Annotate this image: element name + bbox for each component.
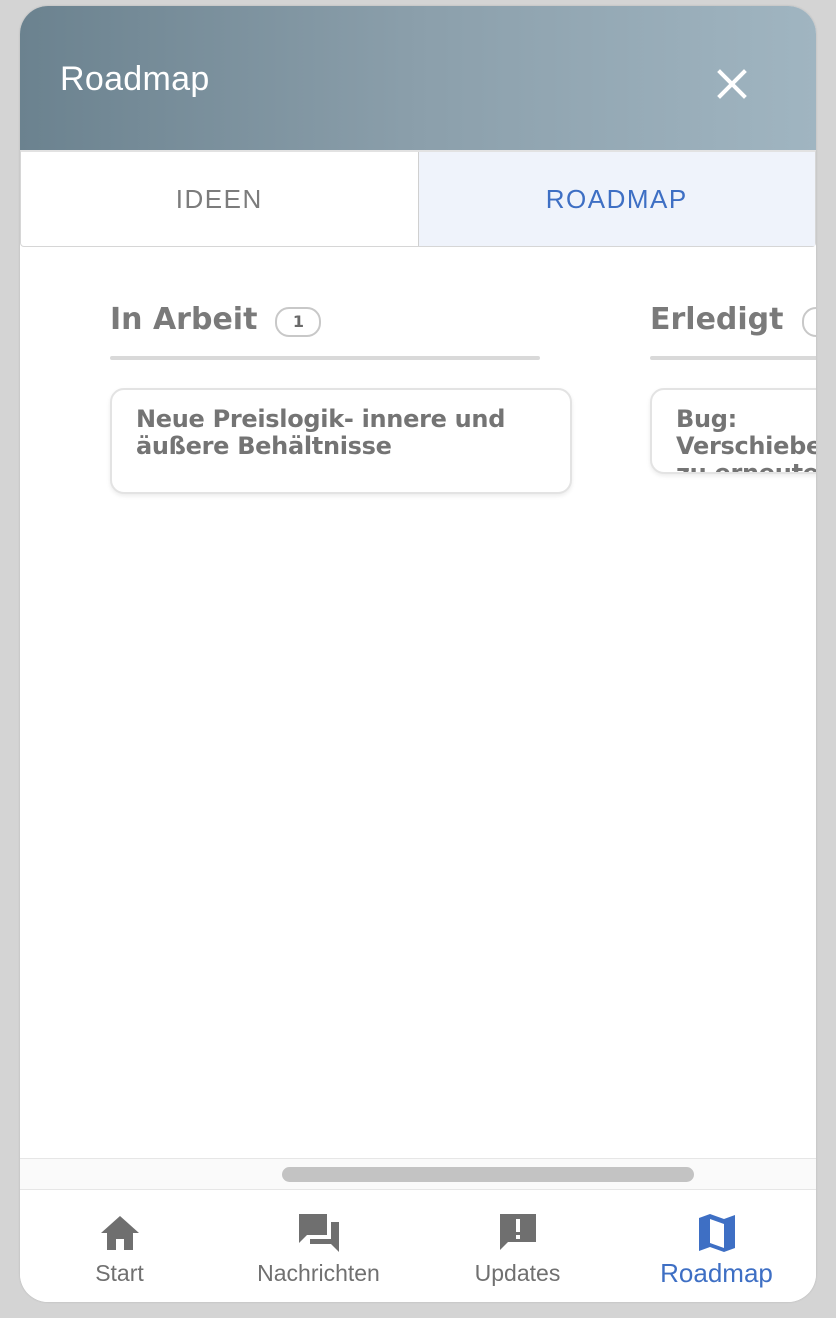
roadmap-board[interactable]: In Arbeit 1 Neue Preislogik- innere und … [20,246,816,1158]
card-title: Neue Preislogik- innere und äußere Behäl… [136,405,506,460]
card-title: Bug: Verschieben zu erneuten [676,405,816,474]
nav-label: Roadmap [660,1258,773,1288]
column-header: In Arbeit 1 [110,302,322,337]
tab-bar: IDEEN ROADMAP [20,150,816,247]
nav-updates[interactable]: Updates [418,1190,617,1302]
roadmap-widget: Roadmap IDEEN ROADMAP In Arbeit 1 Neue P… [20,6,816,1302]
column-divider [110,356,540,360]
map-icon [698,1214,735,1252]
close-icon [717,69,747,99]
nav-nachrichten[interactable]: Nachrichten [219,1190,418,1302]
nav-label: Start [95,1260,144,1286]
column-divider [650,356,816,360]
column-count-badge: 1 [275,306,322,337]
header: Roadmap [20,6,816,150]
column-count-badge: 1 [801,306,816,337]
nav-start[interactable]: Start [20,1190,219,1302]
nav-roadmap[interactable]: Roadmap [617,1190,816,1302]
chat-icon [298,1214,339,1252]
home-icon [100,1216,139,1250]
column-header: Erledigt 1 [650,302,816,337]
roadmap-card[interactable]: Bug: Verschieben zu erneuten [650,388,816,474]
horizontal-scrollbar[interactable] [20,1158,816,1190]
tab-roadmap[interactable]: ROADMAP [417,152,815,246]
column-title: In Arbeit [110,302,258,337]
header-title: Roadmap [60,60,210,98]
nav-label: Nachrichten [257,1260,380,1286]
tab-ideen[interactable]: IDEEN [21,152,418,246]
scrollbar-thumb[interactable] [282,1167,694,1182]
nav-label: Updates [474,1260,561,1286]
close-button[interactable] [706,58,758,110]
roadmap-card[interactable]: Neue Preislogik- innere und äußere Behäl… [110,388,572,494]
bottom-nav: Start Nachrichten Updates Roadmap [20,1190,816,1302]
column-title: Erledigt [650,302,784,337]
announcement-icon [499,1214,536,1250]
